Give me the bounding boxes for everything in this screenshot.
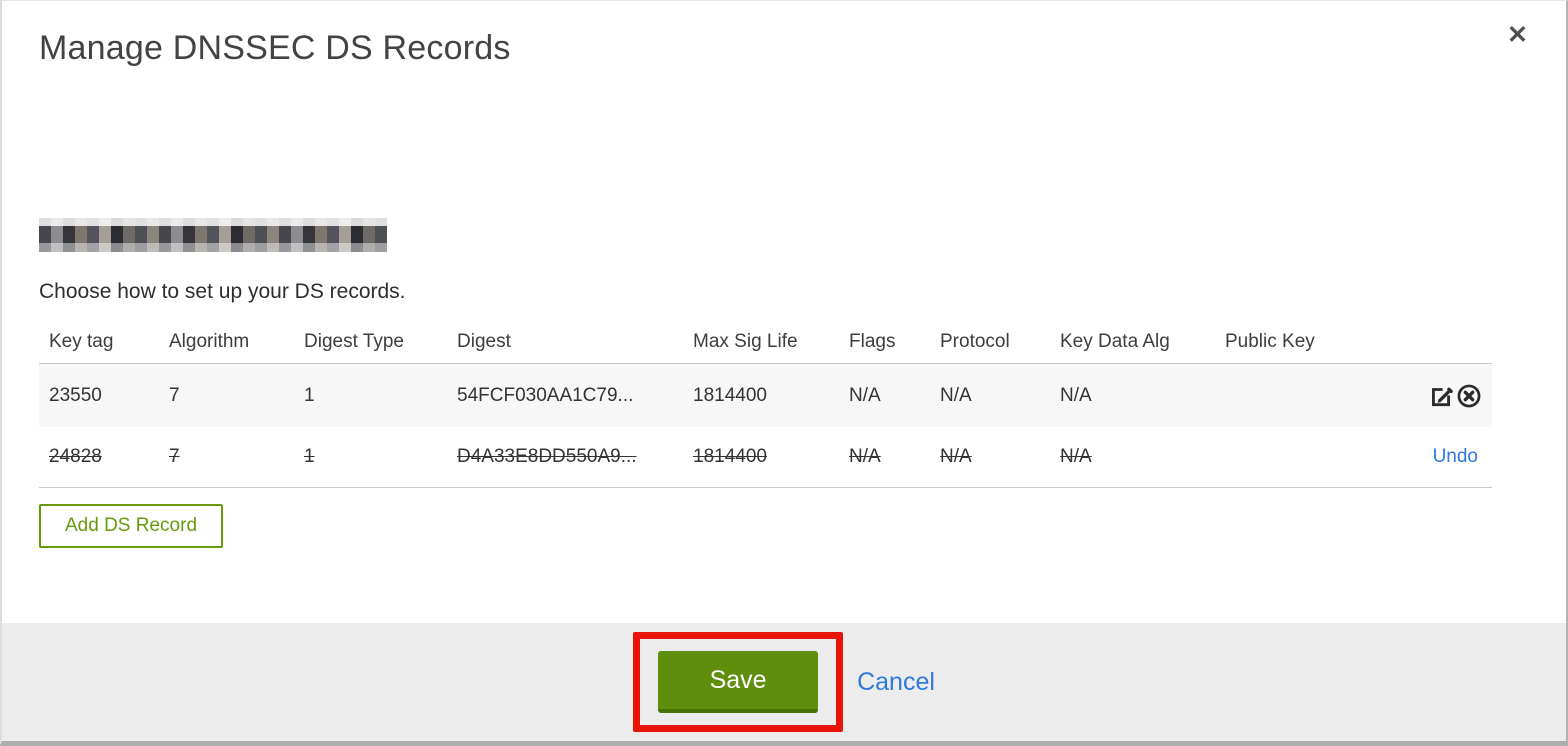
cell-digest: D4A33E8DD550A9... [457, 446, 637, 467]
dnssec-modal: Manage DNSSEC DS Records ✕ Choose how to… [0, 0, 1568, 746]
edit-icon[interactable] [1428, 383, 1454, 409]
page-title: Manage DNSSEC DS Records [39, 29, 511, 67]
table-row-deleted: 24828 7 1 D4A33E8DD550A9... 1814400 N/A … [39, 427, 1492, 488]
col-header-algorithm: Algorithm [169, 330, 250, 352]
intro-text: Choose how to set up your DS records. [39, 280, 406, 303]
table-row: 23550 7 1 54FCF030AA1C79... 1814400 N/A … [39, 364, 1492, 427]
col-header-protocol: Protocol [940, 330, 1010, 352]
col-header-max-sig-life: Max Sig Life [693, 330, 798, 352]
cell-key-data-alg: N/A [1060, 446, 1092, 467]
col-header-public-key: Public Key [1225, 330, 1315, 352]
close-icon[interactable]: ✕ [1507, 23, 1528, 48]
col-header-key-tag: Key tag [49, 330, 114, 352]
row-actions: Undo [1423, 446, 1492, 468]
cell-protocol: N/A [940, 384, 972, 406]
redacted-domain-name [39, 218, 387, 252]
table-header-row: Key tag Algorithm Digest Type Digest Max… [39, 320, 1492, 364]
ds-records-table: Key tag Algorithm Digest Type Digest Max… [39, 320, 1492, 488]
cell-key-tag: 24828 [49, 446, 102, 467]
cell-digest-type: 1 [304, 384, 315, 406]
undo-link[interactable]: Undo [1433, 446, 1478, 467]
cell-key-data-alg: N/A [1060, 384, 1092, 406]
col-header-digest: Digest [457, 330, 511, 352]
cell-flags: N/A [849, 384, 881, 406]
cell-max-sig-life: 1814400 [693, 446, 767, 467]
col-header-digest-type: Digest Type [304, 330, 404, 352]
delete-icon[interactable] [1456, 383, 1482, 409]
cancel-link[interactable]: Cancel [857, 668, 935, 697]
cell-digest: 54FCF030AA1C79... [457, 384, 634, 406]
modal-footer: Save Cancel [2, 623, 1566, 741]
cell-algorithm: 7 [169, 384, 180, 406]
cell-algorithm: 7 [169, 446, 180, 467]
cell-protocol: N/A [940, 446, 972, 467]
row-actions [1418, 383, 1492, 409]
cell-key-tag: 23550 [49, 384, 102, 406]
cell-digest-type: 1 [304, 446, 315, 467]
red-annotation-rectangle: Save [633, 632, 844, 732]
cell-max-sig-life: 1814400 [693, 384, 767, 406]
col-header-key-data-alg: Key Data Alg [1060, 330, 1170, 352]
save-button[interactable]: Save [658, 651, 819, 713]
cell-flags: N/A [849, 446, 881, 467]
add-ds-record-button[interactable]: Add DS Record [39, 504, 224, 548]
col-header-flags: Flags [849, 330, 896, 352]
